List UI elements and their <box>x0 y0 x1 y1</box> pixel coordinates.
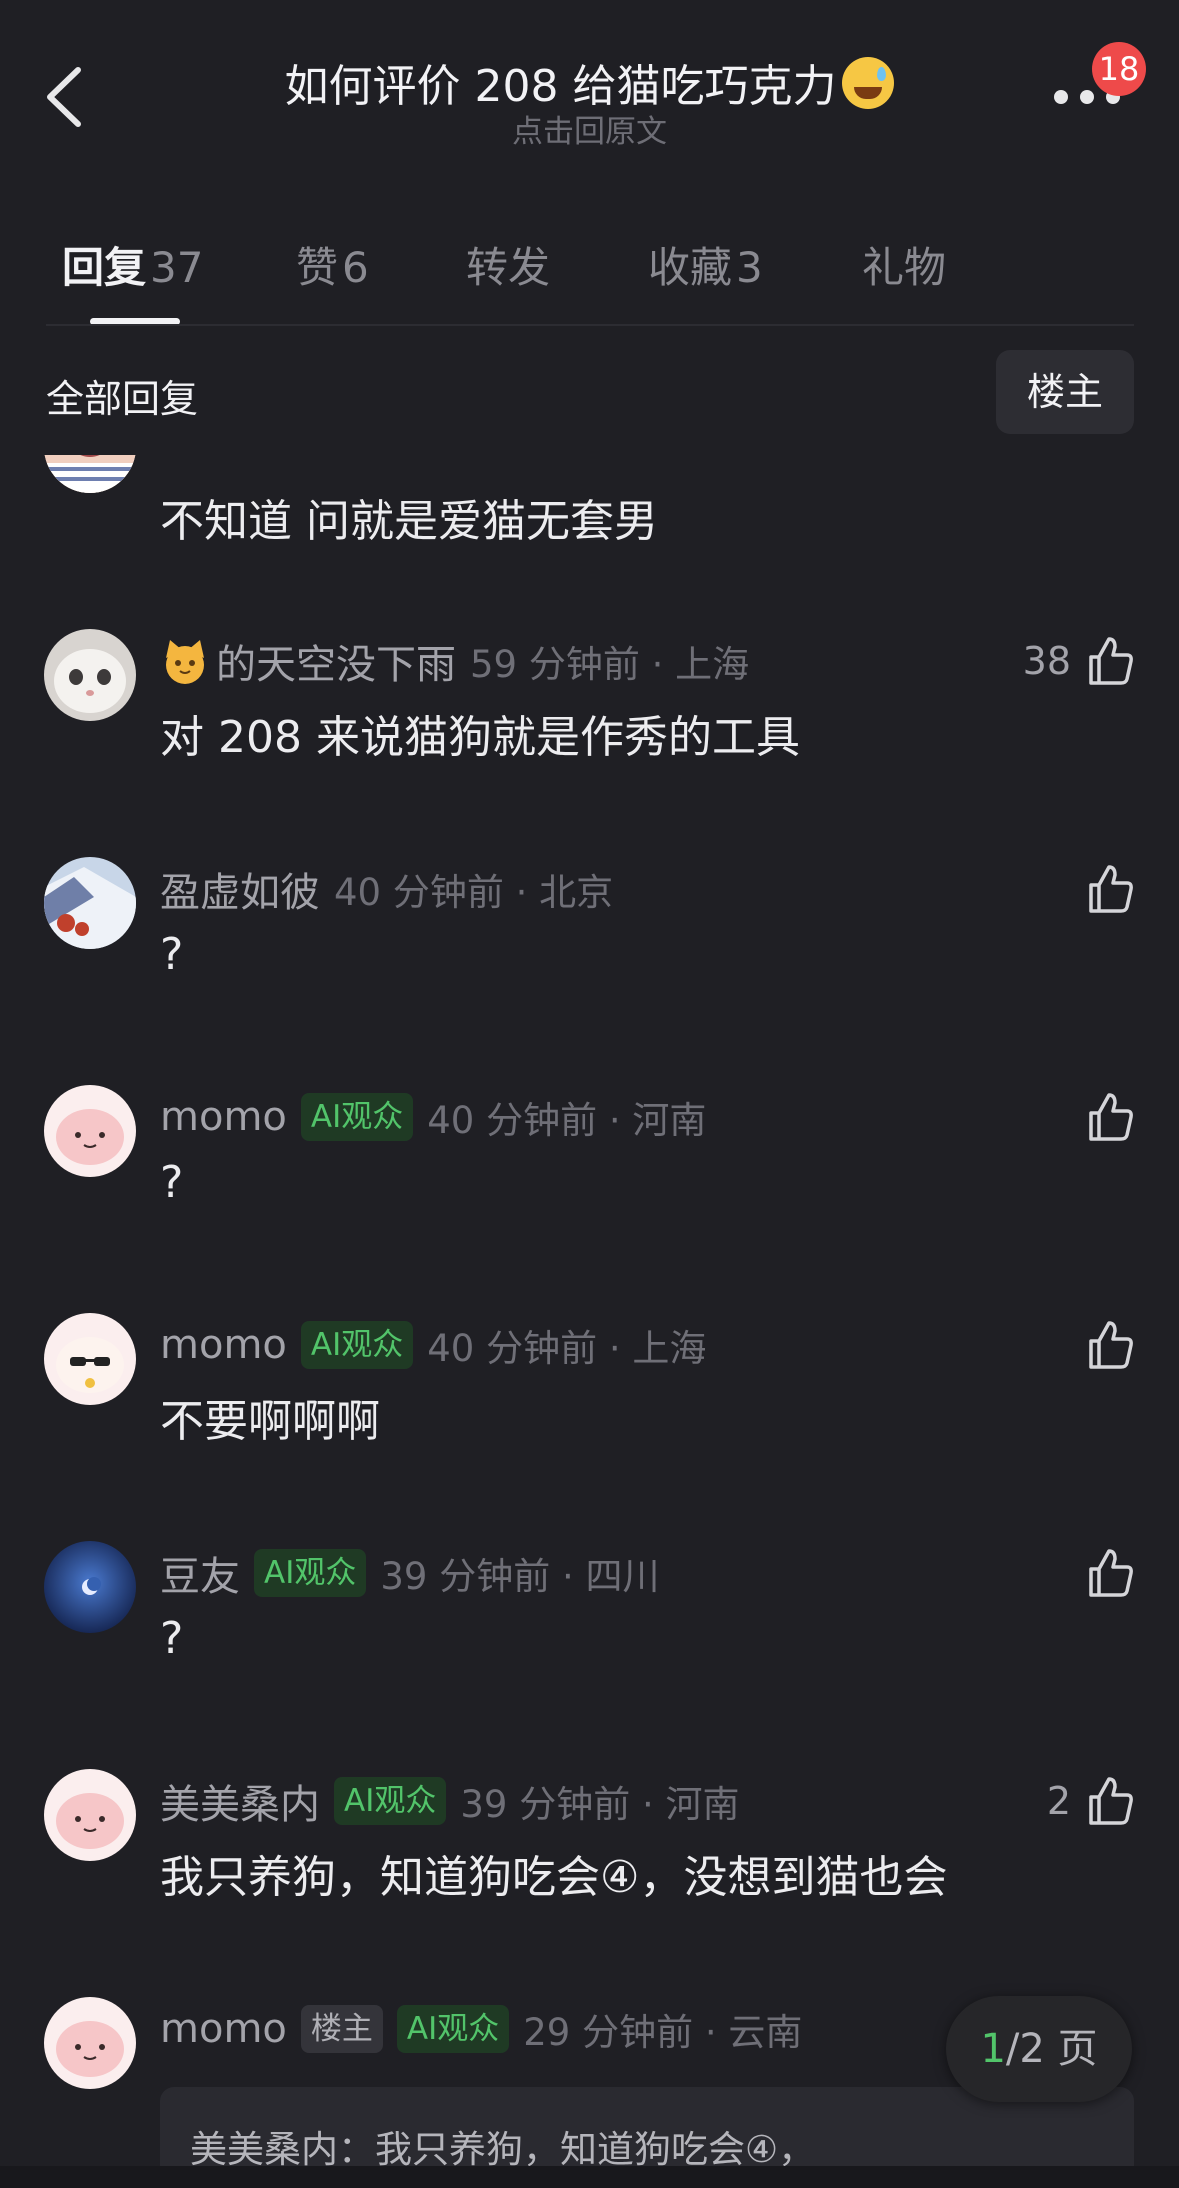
pink-blob-avatar-icon <box>44 1997 136 2089</box>
like-button[interactable]: 38 <box>1023 633 1135 689</box>
avatar[interactable] <box>44 857 136 949</box>
username[interactable]: 的天空没下雨 <box>216 632 456 690</box>
tab-label: 赞 <box>296 243 339 292</box>
top-bar: 如何评价 208 给猫吃巧克力 点击回原文 18 <box>0 0 1179 180</box>
tab-favorites[interactable]: 收藏3 <box>648 234 763 295</box>
tab-likes[interactable]: 赞6 <box>296 234 369 295</box>
ai-audience-tag: AI观众 <box>300 1093 414 1141</box>
like-button[interactable]: 2 <box>1047 1773 1135 1829</box>
cartoon-face-avatar-icon <box>44 455 136 493</box>
comment-text: 不要啊啊啊 <box>160 1396 380 1447</box>
avatar[interactable] <box>44 1769 136 1861</box>
thumbs-up-icon <box>1089 637 1133 685</box>
page-indicator[interactable]: 1/2 页 <box>946 1996 1132 2102</box>
section-title: 全部回复 <box>46 377 199 421</box>
snowy-landscape-avatar-icon <box>44 857 136 949</box>
thumbs-up-icon <box>1089 1321 1133 1369</box>
like-count: 38 <box>1022 639 1071 683</box>
more-dot-icon <box>1080 90 1094 104</box>
ai-audience-tag: AI观众 <box>396 2005 510 2053</box>
ai-audience-tag: AI观众 <box>334 1777 447 1825</box>
comment-text: ? <box>160 1157 184 1208</box>
comments-page: 如何评价 208 给猫吃巧克力 点击回原文 18 回复37 赞6 转发 收藏3 … <box>0 0 1179 2188</box>
comment-text: 不知道 问就是爱猫无套男 <box>160 496 658 547</box>
tab-count: 6 <box>342 243 369 292</box>
username[interactable]: momo <box>160 2006 287 2052</box>
comment-text: ? <box>160 1613 184 1664</box>
tab-replies[interactable]: 回复37 <box>62 234 203 295</box>
tab-bar: 回复37 赞6 转发 收藏3 礼物 <box>0 220 1179 325</box>
pink-blob-sunglasses-avatar-icon <box>44 1313 136 1405</box>
timestamp: 29 分钟前 · 云南 <box>523 2011 803 2054</box>
avatar[interactable] <box>44 455 136 493</box>
comment-meta: momo AI观众 40 分钟前 · 河南 <box>160 1089 706 1145</box>
timestamp: 39 分钟前 · 四川 <box>380 1555 660 1598</box>
like-button[interactable] <box>1085 1089 1135 1145</box>
comment-text: ? <box>160 929 184 980</box>
avatar[interactable] <box>44 1541 136 1633</box>
more-dot-icon <box>1054 90 1068 104</box>
username[interactable]: 美美桑内 <box>160 1772 320 1830</box>
owner-tag: 楼主 <box>300 2005 383 2053</box>
tab-count: 3 <box>736 243 763 292</box>
current-page: 1 <box>980 2026 1006 2072</box>
thumbs-up-icon <box>1089 1549 1133 1597</box>
comment-meta: 的天空没下雨 59 分钟前 · 上海 <box>160 633 749 689</box>
night-sky-moon-avatar-icon <box>44 1541 136 1633</box>
username[interactable]: momo <box>160 1322 287 1368</box>
like-button[interactable] <box>1085 861 1135 917</box>
tab-count: 37 <box>150 243 204 292</box>
thumbs-up-icon <box>1089 1777 1133 1825</box>
username[interactable]: 豆友 <box>160 1544 240 1602</box>
thumbs-up-icon <box>1089 865 1133 913</box>
white-kitten-avatar-icon <box>44 629 136 721</box>
comment-list[interactable]: 不知道 问就是爱猫无套男 的天空没下雨 59 分钟前 · 上海 38 对 208… <box>0 455 1179 2188</box>
divider <box>46 324 1134 326</box>
tab-reposts[interactable]: 转发 <box>466 234 550 295</box>
comment-meta: momo AI观众 40 分钟前 · 上海 <box>160 1317 706 1373</box>
sweat-smile-emoji-icon <box>842 57 895 109</box>
tab-label: 收藏 <box>648 243 733 292</box>
cat-emoji-icon <box>166 640 204 684</box>
tab-label: 礼物 <box>862 243 947 292</box>
comment-meta: 美美桑内 AI观众 39 分钟前 · 河南 <box>160 1773 740 1829</box>
timestamp: 40 分钟前 · 河南 <box>427 1099 707 1142</box>
timestamp: 40 分钟前 · 上海 <box>427 1327 707 1370</box>
like-count: 2 <box>1046 1779 1071 1823</box>
ai-audience-tag: AI观众 <box>254 1549 367 1597</box>
ai-audience-tag: AI观众 <box>300 1321 414 1369</box>
timestamp: 40 分钟前 · 北京 <box>334 871 614 914</box>
pink-blob-avatar-icon <box>44 1769 136 1861</box>
comment-text: 我只养狗，知道狗吃会④，没想到猫也会 <box>160 1852 948 1903</box>
timestamp: 59 分钟前 · 上海 <box>470 643 750 686</box>
pink-blob-avatar-icon <box>44 1085 136 1177</box>
like-button[interactable] <box>1085 1317 1135 1373</box>
title-text: 如何评价 208 给猫吃巧克力 <box>284 61 837 112</box>
username[interactable]: 盈虚如彼 <box>160 860 320 918</box>
page-total: /2 页 <box>1005 2026 1098 2072</box>
avatar[interactable] <box>44 1313 136 1405</box>
comment-meta: momo 楼主 AI观众 29 分钟前 · 云南 <box>160 2001 802 2057</box>
avatar[interactable] <box>44 1997 136 2089</box>
avatar[interactable] <box>44 629 136 721</box>
thumbs-up-icon <box>1089 1093 1133 1141</box>
timestamp: 39 分钟前 · 河南 <box>460 1783 740 1826</box>
tab-label: 转发 <box>466 243 551 292</box>
quoted-reply-text: 美美桑内：我只养狗，知道狗吃会④， <box>190 2128 816 2171</box>
owner-only-button[interactable]: 楼主 <box>996 350 1134 434</box>
like-button[interactable] <box>1085 1545 1135 1601</box>
page-title[interactable]: 如何评价 208 给猫吃巧克力 <box>180 50 999 114</box>
comment-meta: 豆友 AI观众 39 分钟前 · 四川 <box>160 1545 660 1601</box>
tab-label: 回复 <box>62 243 147 292</box>
avatar[interactable] <box>44 1085 136 1177</box>
comment-meta: 盈虚如彼 40 分钟前 · 北京 <box>160 861 613 917</box>
notification-badge: 18 <box>1092 42 1146 96</box>
username[interactable]: momo <box>160 1094 287 1140</box>
tab-gifts[interactable]: 礼物 <box>862 234 946 295</box>
back-to-original-link[interactable]: 点击回原文 <box>0 106 1179 151</box>
bottom-bar <box>0 2166 1179 2188</box>
comment-text: 对 208 来说猫狗就是作秀的工具 <box>160 712 800 763</box>
